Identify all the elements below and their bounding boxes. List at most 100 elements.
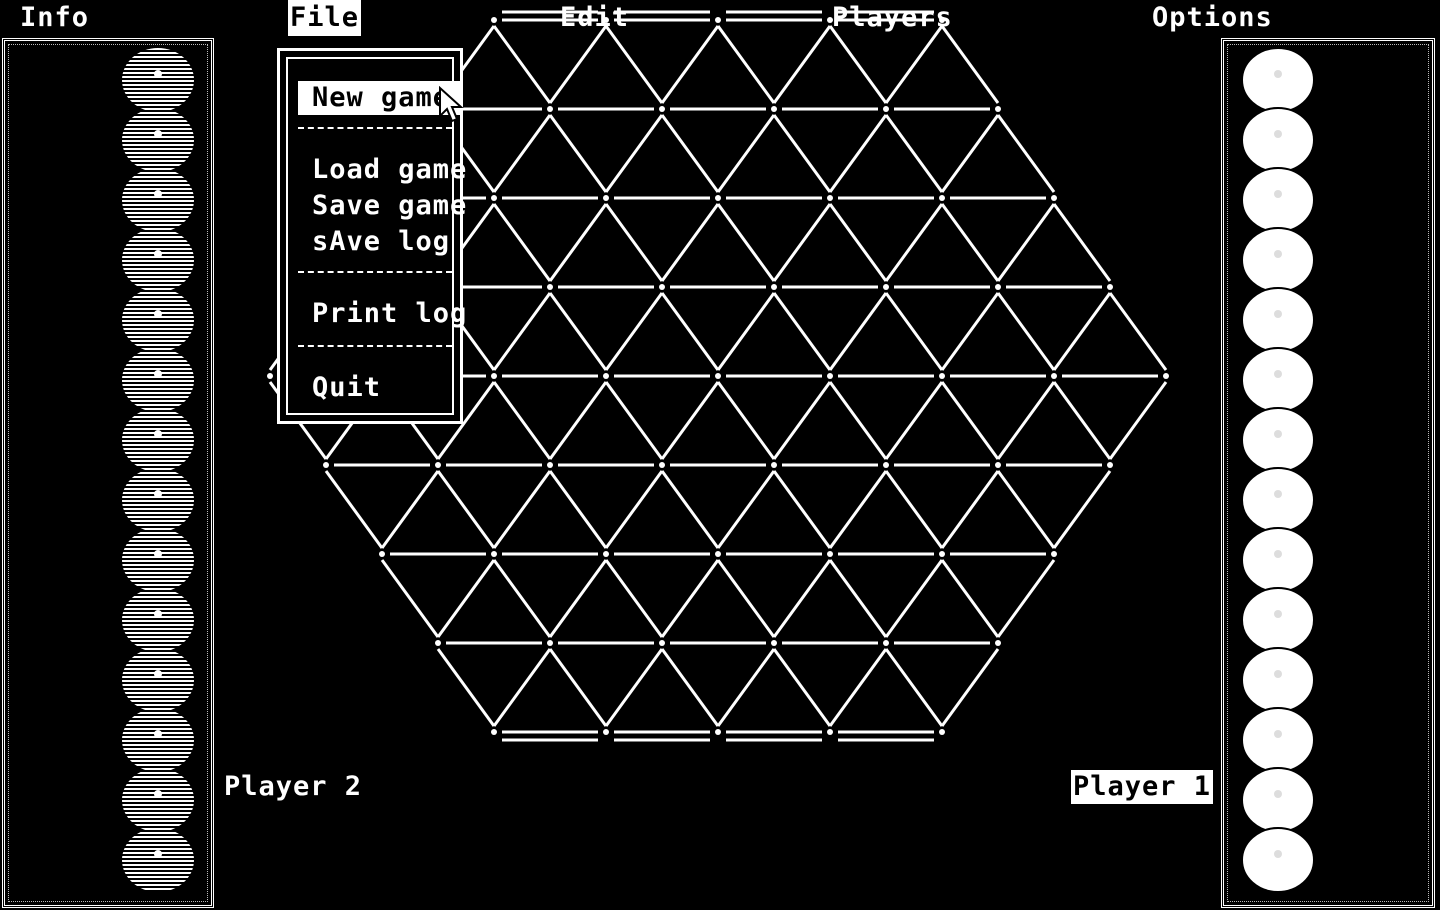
board-hole[interactable] [827,195,833,201]
marble-icon[interactable] [1241,167,1315,233]
board-hole[interactable] [715,729,721,735]
board-hole[interactable] [1051,551,1057,557]
board-hole[interactable] [491,551,497,557]
board-hole[interactable] [715,551,721,557]
board-hole[interactable] [939,17,945,23]
board-hole[interactable] [1163,373,1169,379]
board-hole[interactable] [771,462,777,468]
board-edge [996,559,1056,638]
board-hole[interactable] [883,462,889,468]
board-hole[interactable] [659,106,665,112]
marble-icon[interactable] [1241,647,1315,713]
marble-icon[interactable] [122,588,194,652]
board-hole[interactable] [715,373,721,379]
board-hole[interactable] [603,17,609,23]
board-hole[interactable] [827,17,833,23]
board-hole[interactable] [603,195,609,201]
board-hole[interactable] [715,17,721,23]
board-hole[interactable] [603,373,609,379]
board-hole[interactable] [939,195,945,201]
menu-load-game[interactable]: Load game [312,153,467,187]
board-hole[interactable] [827,729,833,735]
marble-icon[interactable] [122,168,194,232]
board-hole[interactable] [883,106,889,112]
marble-icon[interactable] [1241,107,1315,173]
board-hole[interactable] [995,462,1001,468]
board-edge [828,203,888,282]
board-hole[interactable] [1107,462,1113,468]
marble-icon[interactable] [1241,527,1315,593]
board-hole[interactable] [771,106,777,112]
board-hole[interactable] [603,551,609,557]
board-hole[interactable] [883,284,889,290]
marble-icon[interactable] [122,528,194,592]
board-hole[interactable] [771,640,777,646]
board-hole[interactable] [659,284,665,290]
marble-icon[interactable] [122,828,194,892]
board-hole[interactable] [547,640,553,646]
board-hole[interactable] [491,373,497,379]
board-hole[interactable] [715,195,721,201]
board-hole[interactable] [435,462,441,468]
board-hole[interactable] [995,106,1001,112]
marble-icon[interactable] [1241,767,1315,833]
board-hole[interactable] [1051,195,1057,201]
mouse-pointer-icon [439,86,464,123]
marble-icon[interactable] [1241,587,1315,653]
board-edge [716,648,776,727]
board-hole[interactable] [1107,284,1113,290]
board-hole[interactable] [995,284,1001,290]
game-board[interactable] [0,0,1440,910]
marble-icon[interactable] [122,288,194,352]
board-edge [828,25,888,104]
menu-save-log[interactable]: sAve log [312,225,450,259]
board-hole[interactable] [267,373,273,379]
board-hole[interactable] [939,729,945,735]
board-hole[interactable] [547,106,553,112]
marble-icon[interactable] [1241,287,1315,353]
marble-icon[interactable] [122,408,194,472]
board-hole[interactable] [939,373,945,379]
board-hole[interactable] [939,551,945,557]
board-hole[interactable] [827,551,833,557]
marble-icon[interactable] [122,648,194,712]
board-hole[interactable] [883,640,889,646]
board-hole[interactable] [491,17,497,23]
board-hole[interactable] [435,640,441,646]
marble-icon[interactable] [122,348,194,412]
marble-icon[interactable] [1241,347,1315,413]
marble-icon[interactable] [122,48,194,112]
marble-icon[interactable] [1241,227,1315,293]
menu-quit[interactable]: Quit [312,371,381,405]
marble-icon[interactable] [1241,47,1315,113]
board-hole[interactable] [491,195,497,201]
board-hole[interactable] [547,462,553,468]
menu-print-log[interactable]: Print log [312,297,467,331]
marble-icon[interactable] [122,768,194,832]
marble-icon[interactable] [122,108,194,172]
board-hole[interactable] [1051,373,1057,379]
marble-icon[interactable] [122,708,194,772]
marble-icon[interactable] [1241,827,1315,893]
board-hole[interactable] [771,284,777,290]
board-hole[interactable] [827,373,833,379]
menu-save-game[interactable]: Save game [312,189,467,223]
marble-icon[interactable] [122,468,194,532]
board-hole[interactable] [659,462,665,468]
board-edge [548,25,608,104]
marble-icon[interactable] [1241,707,1315,773]
board-hole[interactable] [547,284,553,290]
marble-icon[interactable] [1241,467,1315,533]
marble-icon[interactable] [122,228,194,292]
board-hole[interactable] [491,729,497,735]
board-hole[interactable] [603,729,609,735]
board-hole[interactable] [379,551,385,557]
board-edge [996,470,1056,549]
board-hole[interactable] [659,640,665,646]
board-hole[interactable] [995,640,1001,646]
player2-label: Player 2 [224,771,363,802]
marble-icon[interactable] [1241,407,1315,473]
board-hole[interactable] [323,462,329,468]
board-edge [492,25,552,104]
board-edge [884,203,944,282]
